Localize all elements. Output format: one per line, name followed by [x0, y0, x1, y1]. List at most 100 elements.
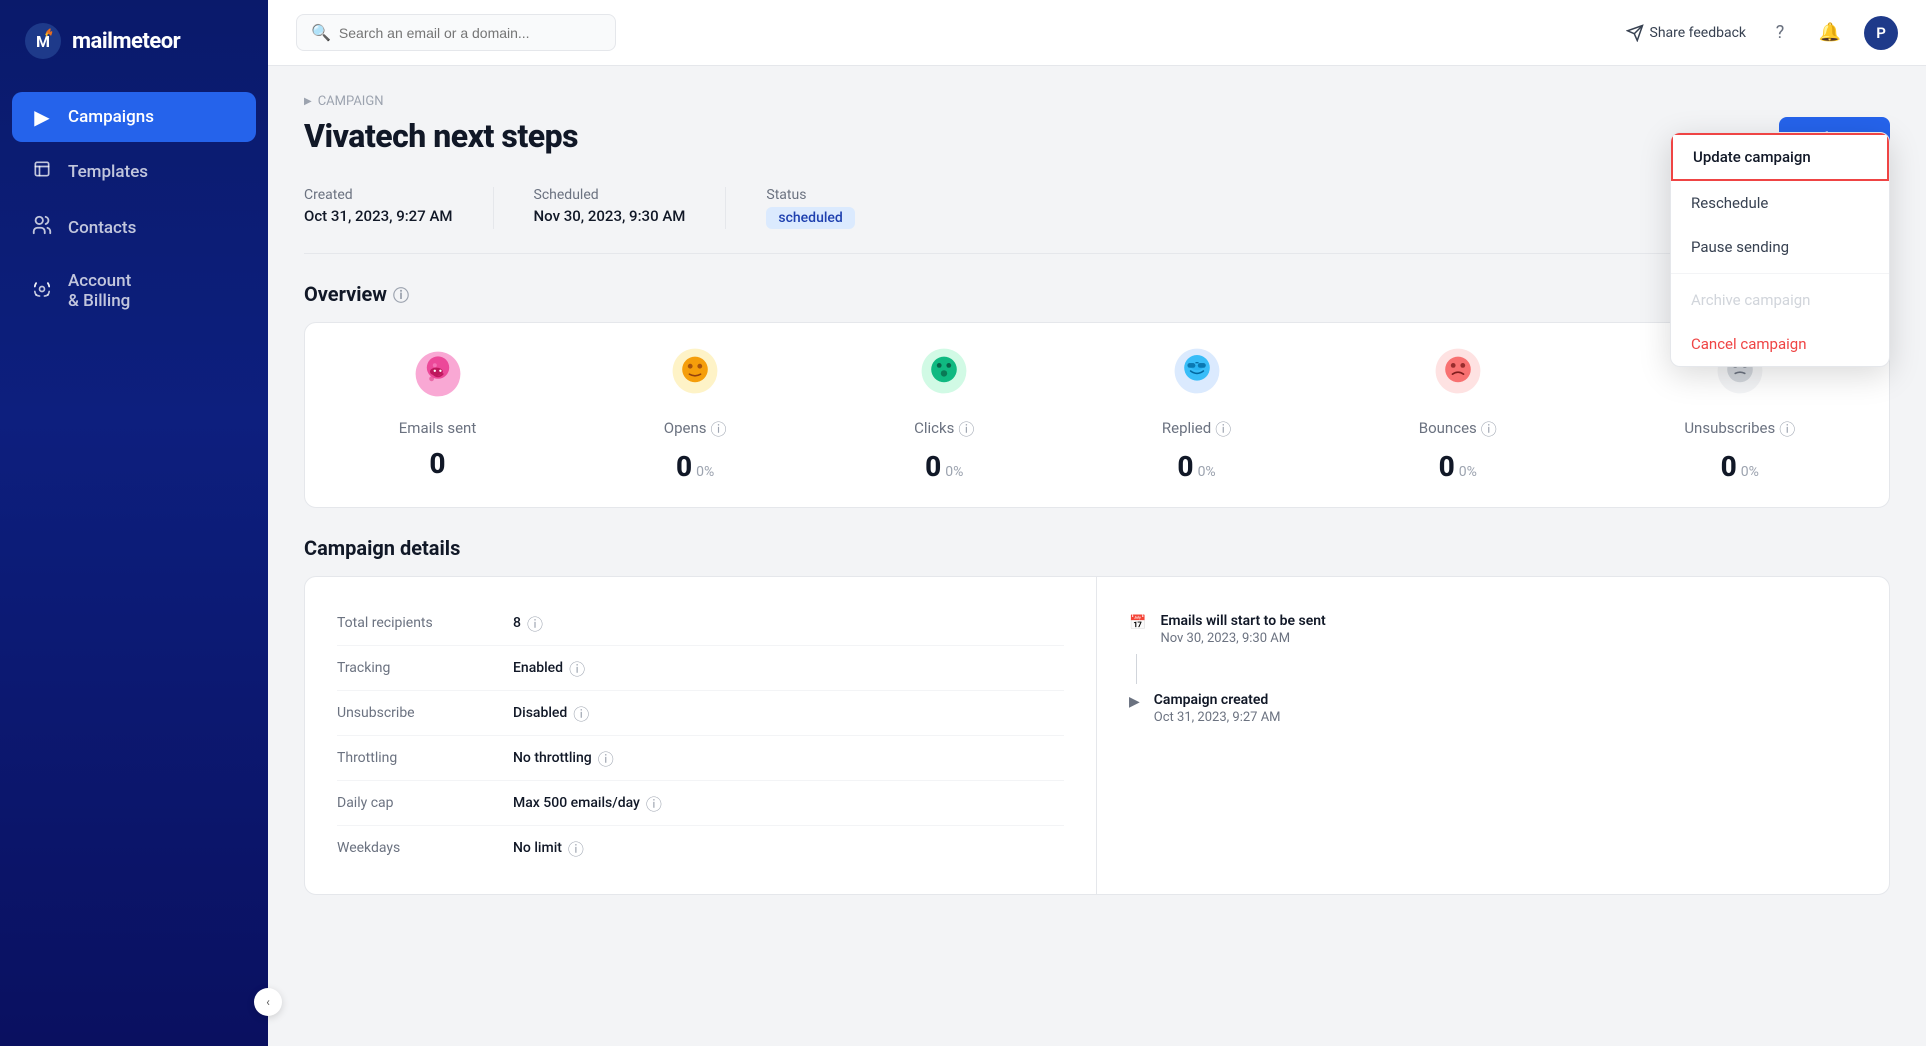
detail-value-tracking: Enabled ⓘ [513, 656, 585, 680]
overview-title-text: Overview [304, 282, 387, 306]
meta-status: Status scheduled [766, 187, 894, 229]
replied-info-icon[interactable]: ⓘ [1215, 416, 1231, 440]
sidebar-item-label: Campaigns [68, 107, 154, 127]
unsubscribes-value: 0 0% [1721, 450, 1759, 483]
overview-info-icon[interactable]: ⓘ [393, 282, 409, 306]
dropdown-item-pause-sending[interactable]: Pause sending [1671, 225, 1889, 269]
campaign-meta: Created Oct 31, 2023, 9:27 AM Scheduled … [304, 187, 1890, 254]
dropdown-item-cancel-campaign[interactable]: Cancel campaign [1671, 322, 1889, 366]
page-header: Vivatech next steps Actions ▾ [304, 117, 1890, 159]
share-feedback-label: Share feedback [1650, 25, 1747, 41]
detail-row-throttling: Throttling No throttling ⓘ [337, 736, 1064, 781]
stat-emails-sent: Emails sent 0 [399, 350, 476, 480]
stat-replied: Replied ⓘ 0 0% [1162, 347, 1231, 483]
meta-scheduled-value: Nov 30, 2023, 9:30 AM [534, 207, 686, 225]
sidebar-item-account-billing[interactable]: Account& Billing [12, 258, 256, 324]
campaigns-icon: ▶ [30, 105, 54, 129]
timeline-created-date: Oct 31, 2023, 9:27 AM [1154, 710, 1281, 725]
topbar: 🔍 Share feedback ? 🔔 P [268, 0, 1926, 66]
stat-clicks: Clicks ⓘ 0 0% [914, 347, 974, 483]
clicks-emoji [920, 347, 968, 406]
clicks-info-icon[interactable]: ⓘ [958, 416, 974, 440]
replied-emoji [1173, 347, 1221, 406]
unsubscribes-info-icon[interactable]: ⓘ [1779, 416, 1795, 440]
stat-unsubscribes: Unsubscribes ⓘ 0 0% [1684, 347, 1795, 483]
tracking-info-icon[interactable]: ⓘ [569, 656, 585, 680]
contacts-icon [30, 214, 54, 241]
svg-text:M: M [36, 32, 50, 51]
search-input[interactable] [339, 25, 601, 41]
timeline-item-created: ▶ Campaign created Oct 31, 2023, 9:27 AM [1129, 680, 1857, 737]
bounces-label: Bounces ⓘ [1419, 416, 1497, 440]
sidebar-nav: ▶ Campaigns Templates Contacts Account& … [0, 82, 268, 1046]
bounces-info-icon[interactable]: ⓘ [1481, 416, 1497, 440]
bounces-emoji [1434, 347, 1482, 406]
search-icon: 🔍 [311, 23, 331, 42]
recipients-info-icon[interactable]: ⓘ [527, 611, 543, 635]
replied-value: 0 0% [1177, 450, 1215, 483]
share-feedback-button[interactable]: Share feedback [1626, 24, 1747, 42]
detail-value-recipients: 8 ⓘ [513, 611, 543, 635]
actions-dropdown-menu: Update campaign Reschedule Pause sending… [1670, 132, 1890, 367]
meta-created: Created Oct 31, 2023, 9:27 AM [304, 187, 494, 229]
detail-label-recipients: Total recipients [337, 615, 497, 631]
detail-row-daily-cap: Daily cap Max 500 emails/day ⓘ [337, 781, 1064, 826]
unsubscribe-info-icon[interactable]: ⓘ [573, 701, 589, 725]
details-grid: Total recipients 8 ⓘ Tracking Enabled ⓘ [305, 577, 1889, 894]
timeline-created-icon: ▶ [1129, 694, 1140, 710]
emails-sent-emoji [414, 350, 462, 409]
overview-card: Emails sent 0 Open [304, 322, 1890, 508]
notification-icon[interactable]: 🔔 [1814, 17, 1846, 49]
detail-row-weekdays: Weekdays No limit ⓘ [337, 826, 1064, 870]
dropdown-divider [1671, 273, 1889, 274]
emails-sent-value: 0 [429, 447, 445, 480]
unsubscribes-label: Unsubscribes ⓘ [1684, 416, 1795, 440]
opens-value: 0 0% [676, 450, 714, 483]
detail-label-tracking: Tracking [337, 660, 497, 676]
detail-label-daily-cap: Daily cap [337, 795, 497, 811]
opens-emoji [671, 347, 719, 406]
detail-value-weekdays: No limit ⓘ [513, 836, 584, 860]
meta-status-label: Status [766, 187, 854, 203]
throttling-info-icon[interactable]: ⓘ [598, 746, 614, 770]
meta-scheduled: Scheduled Nov 30, 2023, 9:30 AM [534, 187, 727, 229]
breadcrumb-arrow-icon: ▶ [304, 96, 312, 107]
clicks-label: Clicks ⓘ [914, 416, 974, 440]
detail-value-daily-cap: Max 500 emails/day ⓘ [513, 791, 662, 815]
dropdown-item-update-campaign[interactable]: Update campaign [1671, 133, 1889, 181]
page-title: Vivatech next steps [304, 117, 578, 155]
sidebar-item-contacts[interactable]: Contacts [12, 201, 256, 254]
help-icon[interactable]: ? [1764, 17, 1796, 49]
dropdown-item-reschedule[interactable]: Reschedule [1671, 181, 1889, 225]
breadcrumb: ▶ CAMPAIGN [304, 94, 1890, 109]
bounces-value: 0 0% [1439, 450, 1477, 483]
sidebar-item-templates[interactable]: Templates [12, 146, 256, 197]
clicks-value: 0 0% [925, 450, 963, 483]
overview-section-title: Overview ⓘ [304, 282, 1890, 306]
timeline-send-icon: 📅 [1129, 615, 1146, 631]
campaign-details-card: Total recipients 8 ⓘ Tracking Enabled ⓘ [304, 576, 1890, 895]
details-left-column: Total recipients 8 ⓘ Tracking Enabled ⓘ [305, 577, 1097, 894]
sidebar-item-label: Templates [68, 162, 148, 182]
sidebar-item-label: Contacts [68, 218, 136, 238]
detail-row-recipients: Total recipients 8 ⓘ [337, 601, 1064, 646]
campaign-details-title-text: Campaign details [304, 536, 460, 560]
topbar-right: Share feedback ? 🔔 P [1626, 16, 1899, 50]
opens-info-icon[interactable]: ⓘ [711, 416, 727, 440]
detail-value-throttling: No throttling ⓘ [513, 746, 614, 770]
sidebar: M mailmeteor ▶ Campaigns Templates Conta… [0, 0, 268, 1046]
details-right-column: 📅 Emails will start to be sent Nov 30, 2… [1097, 577, 1889, 894]
detail-row-unsubscribe: Unsubscribe Disabled ⓘ [337, 691, 1064, 736]
detail-label-unsubscribe: Unsubscribe [337, 705, 497, 721]
user-avatar[interactable]: P [1864, 16, 1898, 50]
timeline-item-send: 📅 Emails will start to be sent Nov 30, 2… [1129, 601, 1857, 658]
detail-value-unsubscribe: Disabled ⓘ [513, 701, 589, 725]
weekdays-info-icon[interactable]: ⓘ [568, 836, 584, 860]
sidebar-item-campaigns[interactable]: ▶ Campaigns [12, 92, 256, 142]
search-bar[interactable]: 🔍 [296, 14, 616, 51]
dropdown-container: Update campaign Reschedule Pause sending… [1670, 132, 1890, 367]
stat-opens: Opens ⓘ 0 0% [664, 347, 727, 483]
status-badge: scheduled [766, 207, 854, 229]
daily-cap-info-icon[interactable]: ⓘ [646, 791, 662, 815]
replied-label: Replied ⓘ [1162, 416, 1231, 440]
